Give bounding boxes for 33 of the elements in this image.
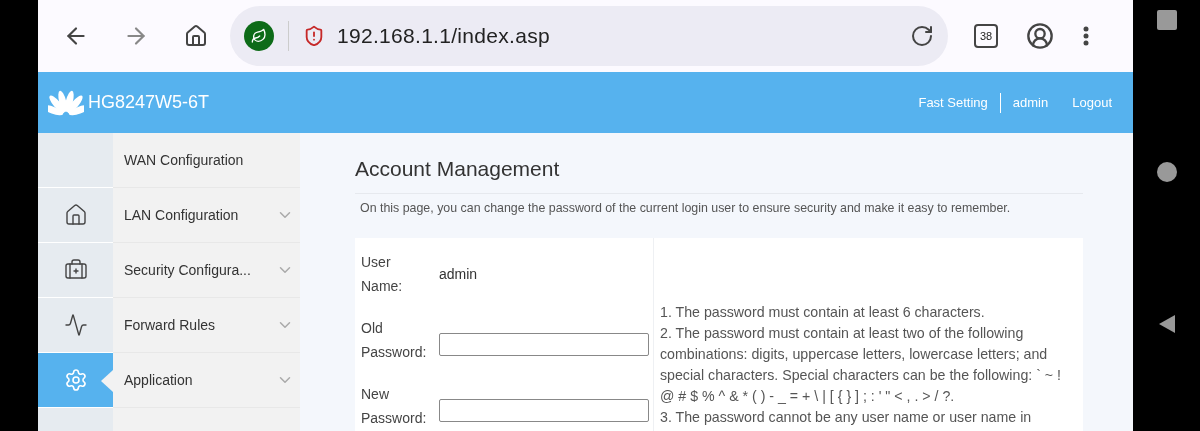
page-description: On this page, you can change the password of the current login user to ensure security and make it easy to remember.: [355, 193, 1083, 215]
more-vertical-icon: [1083, 26, 1089, 46]
password-rule: 1. The password must contain at least 6 characters.: [660, 303, 986, 322]
password-field[interactable]: [439, 398, 649, 422]
field-label: Old Password:: [361, 319, 428, 362]
menu-item[interactable]: Forward Rules: [113, 298, 300, 353]
url-text: 192.168.1.1/index.asp: [337, 24, 551, 48]
recents-icon[interactable]: [1156, 10, 1177, 30]
warning-shield-icon: [303, 25, 325, 47]
home-circle-icon[interactable]: [1156, 162, 1177, 182]
password-field[interactable]: [439, 332, 649, 356]
field-value: admin: [439, 266, 478, 282]
reload-icon[interactable]: [910, 24, 934, 48]
home-icon: [184, 24, 208, 48]
menu-item[interactable]: WAN Configuration: [113, 133, 300, 188]
leaf-icon: [244, 21, 274, 51]
field-label: New Password:: [361, 385, 428, 428]
tab-count-button[interactable]: 38: [974, 24, 998, 48]
settings-icon: [63, 368, 88, 392]
page-title: Account Management: [355, 157, 561, 181]
menu-item[interactable]: LAN Configuration: [113, 188, 300, 243]
profile-icon: [1026, 22, 1054, 50]
menu-item[interactable]: Application: [113, 353, 300, 408]
first-aid-kit-icon: [63, 258, 88, 282]
password-rule: 2. The password must contain at least two of the following combinations: digits, uppercase letters, lowercase letters; and special characters. Special characters can be the following: ` ~ ! @ # $ % ^ & * ( ) - _ = + \ | [ { } ] ; : ' " < , . > / ?.: [660, 324, 1062, 406]
menu-item[interactable]: Security Configura...: [113, 243, 300, 298]
field-label: User Name:: [361, 253, 404, 296]
address-bar[interactable]: 192.168.1.1/index.asp: [230, 6, 948, 66]
pulse-icon: [63, 313, 88, 337]
fan-logo-icon: [48, 88, 84, 117]
password-rule: 3. The password cannot be any user name or user name in: [660, 408, 1033, 427]
home-icon: [63, 203, 88, 227]
product-name: HG8247W5-6T: [88, 92, 211, 113]
